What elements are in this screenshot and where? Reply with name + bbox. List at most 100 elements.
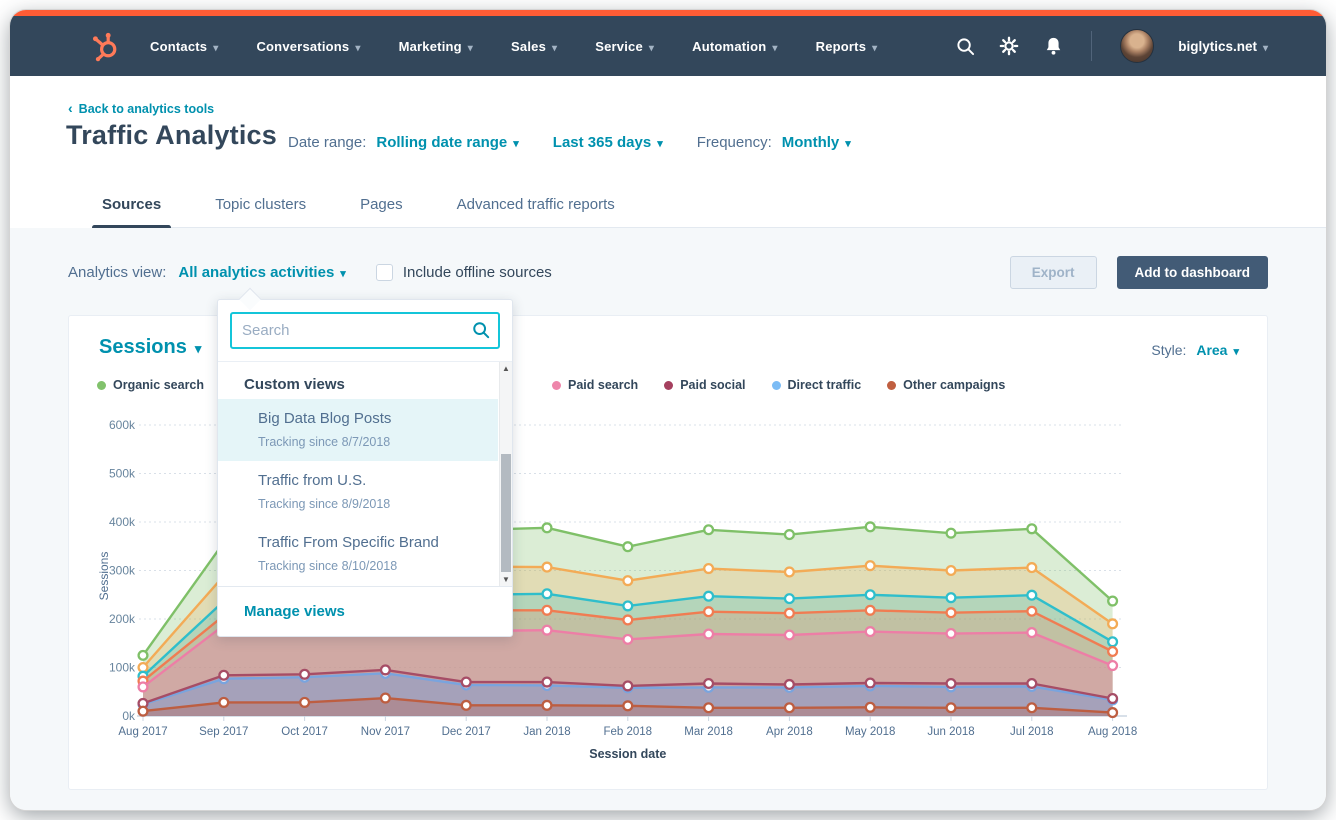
data-point[interactable]	[381, 666, 390, 675]
nav-item-conversations[interactable]: Conversations	[256, 39, 360, 54]
chart-metric-dropdown[interactable]: Sessions	[99, 336, 201, 359]
data-point[interactable]	[866, 703, 875, 712]
data-point[interactable]	[1027, 591, 1036, 600]
tab-topic-clusters[interactable]: Topic clusters	[211, 186, 310, 227]
tab-pages[interactable]: Pages	[356, 186, 407, 227]
back-to-analytics-link[interactable]: Back to analytics tools	[68, 100, 214, 116]
data-point[interactable]	[785, 568, 794, 577]
search-icon[interactable]	[955, 36, 975, 56]
nav-item-marketing[interactable]: Marketing	[399, 39, 473, 54]
user-avatar[interactable]	[1120, 29, 1154, 63]
data-point[interactable]	[1108, 694, 1117, 703]
data-point[interactable]	[704, 592, 713, 601]
data-point[interactable]	[947, 608, 956, 617]
data-point[interactable]	[1108, 597, 1117, 606]
scrollbar-thumb[interactable]	[501, 454, 511, 572]
data-point[interactable]	[300, 698, 309, 707]
custom-view-item[interactable]: Traffic From Specific BrandTracking sinc…	[218, 523, 498, 585]
data-point[interactable]	[704, 703, 713, 712]
data-point[interactable]	[866, 606, 875, 615]
data-point[interactable]	[947, 593, 956, 602]
data-point[interactable]	[543, 589, 552, 598]
data-point[interactable]	[462, 701, 471, 710]
notifications-bell-icon[interactable]	[1043, 36, 1063, 56]
nav-item-contacts[interactable]: Contacts	[150, 39, 218, 54]
data-point[interactable]	[785, 631, 794, 640]
data-point[interactable]	[139, 651, 148, 660]
data-point[interactable]	[704, 679, 713, 688]
data-point[interactable]	[704, 564, 713, 573]
legend-item-paid-search[interactable]: Paid search	[552, 378, 638, 392]
custom-view-item[interactable]: Big Data Blog PostsTracking since 8/7/20…	[218, 399, 498, 461]
legend-item-paid-social[interactable]: Paid social	[664, 378, 745, 392]
data-point[interactable]	[139, 663, 148, 672]
data-point[interactable]	[947, 566, 956, 575]
data-point[interactable]	[623, 576, 632, 585]
date-range-type-dropdown[interactable]: Rolling date range	[376, 134, 518, 151]
data-point[interactable]	[623, 602, 632, 611]
data-point[interactable]	[785, 703, 794, 712]
data-point[interactable]	[1027, 563, 1036, 572]
manage-views-link[interactable]: Manage views	[244, 603, 345, 620]
data-point[interactable]	[866, 522, 875, 531]
data-point[interactable]	[219, 671, 228, 680]
data-point[interactable]	[785, 609, 794, 618]
data-point[interactable]	[785, 530, 794, 539]
hubspot-logo-icon[interactable]	[88, 29, 122, 63]
legend-item-direct-traffic[interactable]: Direct traffic	[772, 378, 862, 392]
scrollbar-up-arrow[interactable]: ▲	[500, 362, 512, 376]
legend-item-other-campaigns[interactable]: Other campaigns	[887, 378, 1005, 392]
frequency-dropdown[interactable]: Monthly	[782, 134, 851, 151]
data-point[interactable]	[785, 680, 794, 689]
data-point[interactable]	[623, 542, 632, 551]
data-point[interactable]	[543, 563, 552, 572]
data-point[interactable]	[1027, 607, 1036, 616]
data-point[interactable]	[623, 682, 632, 691]
data-point[interactable]	[947, 529, 956, 538]
tab-advanced-traffic-reports[interactable]: Advanced traffic reports	[453, 186, 619, 227]
data-point[interactable]	[1027, 628, 1036, 637]
data-point[interactable]	[1108, 647, 1117, 656]
data-point[interactable]	[947, 679, 956, 688]
analytics-view-dropdown[interactable]: All analytics activities	[178, 264, 345, 281]
data-point[interactable]	[543, 626, 552, 635]
style-dropdown[interactable]: Area	[1196, 342, 1239, 358]
data-point[interactable]	[543, 523, 552, 532]
data-point[interactable]	[1108, 661, 1117, 670]
data-point[interactable]	[623, 616, 632, 625]
view-search-input[interactable]	[230, 312, 500, 349]
data-point[interactable]	[866, 561, 875, 570]
data-point[interactable]	[219, 698, 228, 707]
data-point[interactable]	[866, 590, 875, 599]
account-menu[interactable]: biglytics.net	[1178, 39, 1268, 54]
gear-icon[interactable]	[999, 36, 1019, 56]
data-point[interactable]	[543, 678, 552, 687]
data-point[interactable]	[947, 703, 956, 712]
scrollbar-down-arrow[interactable]: ▼	[500, 573, 512, 586]
data-point[interactable]	[704, 630, 713, 639]
nav-item-reports[interactable]: Reports	[816, 39, 878, 54]
data-point[interactable]	[947, 629, 956, 638]
export-button[interactable]: Export	[1010, 256, 1097, 289]
nav-item-sales[interactable]: Sales	[511, 39, 557, 54]
nav-item-service[interactable]: Service	[595, 39, 654, 54]
data-point[interactable]	[381, 694, 390, 703]
include-offline-checkbox[interactable]	[376, 264, 393, 281]
date-range-period-dropdown[interactable]: Last 365 days	[553, 134, 663, 151]
data-point[interactable]	[704, 525, 713, 534]
data-point[interactable]	[1108, 619, 1117, 628]
data-point[interactable]	[543, 701, 552, 710]
data-point[interactable]	[1027, 524, 1036, 533]
data-point[interactable]	[462, 678, 471, 687]
tab-sources[interactable]: Sources	[98, 186, 165, 227]
data-point[interactable]	[1027, 703, 1036, 712]
legend-item-organic-search[interactable]: Organic search	[97, 378, 204, 392]
data-point[interactable]	[623, 701, 632, 710]
add-to-dashboard-button[interactable]: Add to dashboard	[1117, 256, 1269, 289]
data-point[interactable]	[543, 606, 552, 615]
data-point[interactable]	[704, 607, 713, 616]
data-point[interactable]	[139, 683, 148, 692]
data-point[interactable]	[1108, 708, 1117, 717]
data-point[interactable]	[300, 670, 309, 679]
data-point[interactable]	[866, 679, 875, 688]
